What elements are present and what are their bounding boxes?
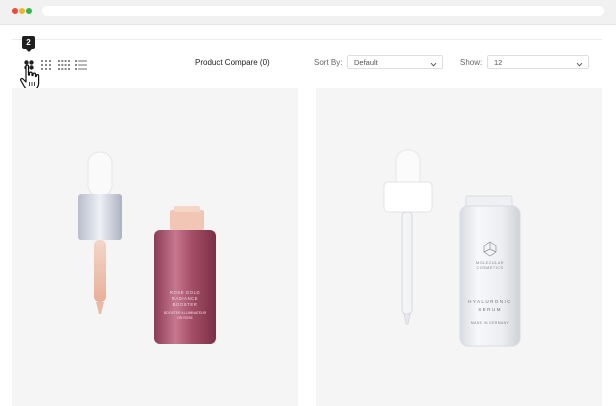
bottle-label-line: SERUM	[478, 307, 502, 312]
window-maximize-dot[interactable]	[26, 8, 32, 14]
bottle-label-line: COSMETICS	[476, 266, 503, 270]
bottle-label-line: MADE IN GERMANY	[471, 321, 510, 325]
chevron-down-icon	[576, 59, 583, 67]
sort-by-label: Sort By:	[314, 58, 343, 67]
list-view-icon[interactable]	[75, 57, 87, 70]
product-image: MOLECULAR COSMETICS HYALURONIC SERUM MAD…	[383, 149, 521, 347]
product-card-hyaluronic-serum[interactable]: MOLECULAR COSMETICS HYALURONIC SERUM MAD…	[316, 88, 602, 406]
toolbar-divider	[12, 39, 602, 40]
show-label: Show:	[460, 58, 483, 67]
bottle-label-line: OR ROSE	[177, 316, 193, 320]
sort-by-select[interactable]: Default	[347, 55, 443, 69]
show-count-select[interactable]: 12	[487, 55, 589, 69]
bottle-label-line: MOLECULAR	[476, 261, 504, 265]
bottle-label-line: ROSE GOLD	[170, 290, 200, 295]
grid-4-icon[interactable]	[58, 57, 70, 70]
view-mode-tooltip: 2	[22, 36, 35, 52]
bottle-label-line: RADIANCE	[172, 296, 198, 301]
window-close-dot[interactable]	[12, 8, 18, 14]
product-card-rose-gold-booster[interactable]: ROSE GOLD RADIANCE BOOSTER BOOSTER ILLUM…	[12, 88, 298, 406]
show-count-value: 12	[494, 58, 503, 67]
bottle-label-line: BOOSTER	[173, 302, 198, 307]
browser-toolbar	[0, 0, 616, 25]
grid-3-icon[interactable]	[41, 57, 51, 70]
sort-by-value: Default	[354, 58, 378, 67]
chevron-down-icon	[430, 59, 437, 67]
product-compare-link[interactable]: Product Compare (0)	[195, 58, 270, 67]
bottle-label-line: BOOSTER ILLUMINATEUR	[164, 311, 207, 315]
bottle-label-line: HYALURONIC	[468, 299, 512, 304]
product-image: ROSE GOLD RADIANCE BOOSTER BOOSTER ILLUM…	[78, 151, 216, 344]
address-bar[interactable]	[42, 6, 604, 16]
window-minimize-dot[interactable]	[19, 8, 25, 14]
